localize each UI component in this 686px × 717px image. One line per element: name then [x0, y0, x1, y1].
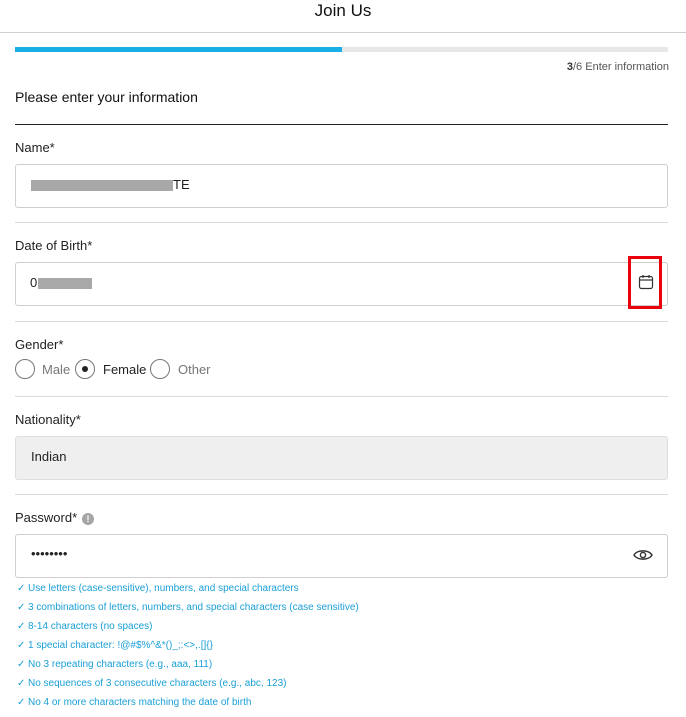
gender-radio-female[interactable] — [75, 359, 95, 379]
calendar-button[interactable] — [628, 256, 662, 309]
step-label: Enter information — [585, 61, 669, 73]
gender-label-other: Other — [178, 362, 211, 377]
check-icon: ✓ — [17, 659, 26, 670]
dob-label: Date of Birth* — [15, 238, 93, 253]
password-label: Password* — [15, 510, 78, 525]
header: Join Us — [0, 0, 686, 33]
nationality-field: Indian — [15, 436, 668, 480]
radio-selected-dot — [82, 366, 88, 372]
nationality-value: Indian — [31, 449, 67, 464]
divider — [15, 222, 668, 223]
password-rule: ✓ No sequences of 3 consecutive character… — [17, 678, 287, 689]
gender-label-female: Female — [103, 362, 147, 377]
section-divider — [15, 124, 668, 125]
gender-radio-male[interactable] — [15, 359, 35, 379]
step-total: /6 — [572, 61, 583, 73]
check-icon: ✓ — [17, 678, 26, 689]
progress-bar-fill — [15, 47, 342, 52]
check-icon: ✓ — [17, 621, 26, 632]
info-icon[interactable]: ! — [82, 513, 94, 525]
step-indicator: 3/6 Enter information — [567, 61, 669, 73]
password-rule: ✓ Use letters (case-sensitive), numbers, … — [17, 583, 299, 594]
dob-value-prefix: 0 — [30, 275, 38, 290]
name-label: Name* — [15, 140, 55, 155]
password-input[interactable]: •••••••• — [15, 534, 668, 578]
password-rule: ✓ 8-14 characters (no spaces) — [17, 621, 153, 632]
nationality-label: Nationality* — [15, 412, 81, 427]
calendar-icon — [638, 275, 654, 290]
check-icon: ✓ — [17, 583, 26, 594]
divider — [15, 494, 668, 495]
check-icon: ✓ — [17, 602, 26, 613]
name-value-suffix: TE — [173, 177, 190, 192]
dob-input[interactable]: 0 — [15, 262, 668, 306]
page-title: Join Us — [314, 1, 372, 20]
name-redaction — [31, 180, 173, 191]
section-title: Please enter your information — [15, 89, 198, 105]
divider — [15, 321, 668, 322]
password-rule: ✓ No 3 repeating characters (e.g., aaa, 1… — [17, 659, 213, 670]
check-icon: ✓ — [17, 697, 26, 708]
progress-bar — [15, 47, 668, 52]
password-rule: ✓ No 4 or more characters matching the da… — [17, 697, 252, 708]
gender-radio-other[interactable] — [150, 359, 170, 379]
eye-icon — [633, 550, 653, 560]
gender-label-male: Male — [42, 362, 71, 377]
password-rule: ✓ 1 special character: !@#$%^&*()_;:<>,.[… — [17, 640, 213, 651]
name-input[interactable]: TE — [15, 164, 668, 208]
gender-label: Gender* — [15, 337, 64, 352]
check-icon: ✓ — [17, 640, 26, 651]
divider — [15, 396, 668, 397]
password-rule: ✓ 3 combinations of letters, numbers, and… — [17, 602, 359, 613]
dob-redaction — [38, 278, 92, 289]
toggle-password-visibility[interactable] — [633, 547, 653, 568]
password-value: •••••••• — [31, 546, 68, 561]
